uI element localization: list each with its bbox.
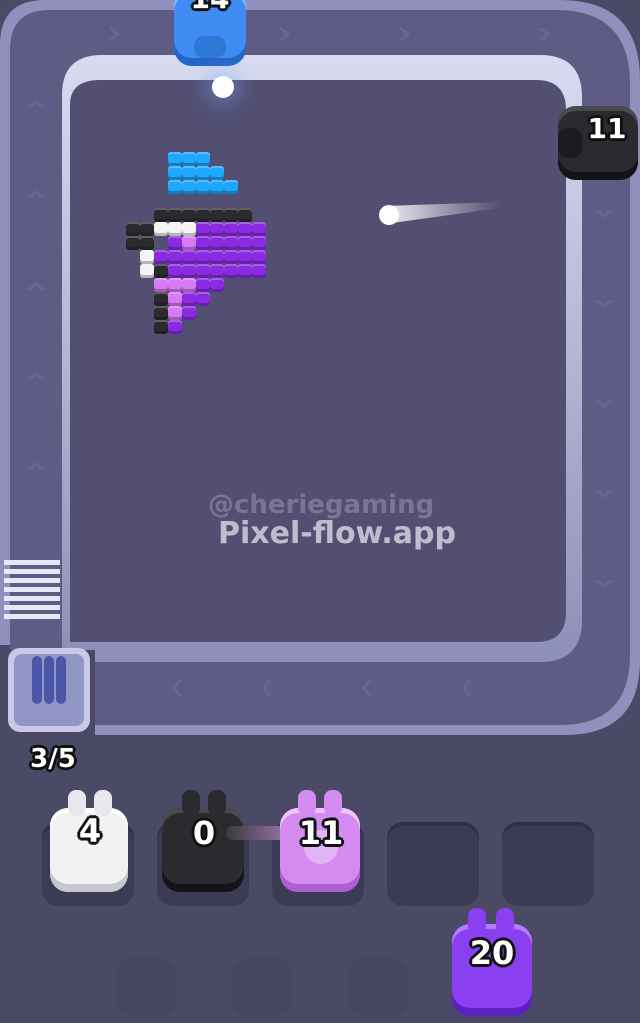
belt-shooter-black-count: 11 [587,112,627,145]
queue-slot-3 [348,958,408,1016]
pixel-block [168,278,182,292]
queue-shooter-purple[interactable]: 20 [450,908,534,1020]
pixel-block [182,152,196,166]
pixel-block [224,236,238,250]
pixel-block [252,250,266,264]
pixel-block [154,264,168,278]
pixel-block [196,152,210,166]
watermark-site: Pixel-flow.app [218,516,456,551]
pixel-block [196,222,210,236]
pixel-block [238,222,252,236]
pixel-block [168,320,182,334]
belt-shooter-blue-count: 14 [180,0,240,15]
slot-shooter-white-count: 4 [78,812,102,850]
queue-shooter-purple-count: 20 [469,934,515,972]
pixel-block [154,292,168,306]
pixel-block [210,264,224,278]
belt-shooter-blue[interactable]: 14 [170,0,250,72]
pixel-block [224,222,238,236]
slot-shooter-black-count: 0 [192,814,216,852]
slot-shooter-black[interactable]: 0 [160,790,246,894]
pixel-block [252,236,266,250]
pixel-block [168,152,182,166]
pixel-block [210,250,224,264]
pixel-block [168,222,182,236]
pixel-block [182,292,196,306]
pixel-block [168,180,182,194]
pixel-block [154,320,168,334]
holding-slot-5[interactable] [502,822,594,906]
queue-slot-1 [116,958,176,1016]
pixel-block [196,208,210,222]
pixel-block [196,236,210,250]
pixel-block [224,264,238,278]
pixel-block [238,236,252,250]
pixel-block [168,166,182,180]
pixel-block [210,222,224,236]
pixel-block [238,250,252,264]
pixel-block [196,180,210,194]
slot-shooter-lilac[interactable]: 11 [278,790,364,894]
pixel-block [168,250,182,264]
pixel-block [182,306,196,320]
pixel-block [182,278,196,292]
holding-slot-4[interactable] [387,822,479,906]
pixel-block [224,180,238,194]
pixel-block [140,264,154,278]
pixel-block [140,236,154,250]
queue-slot-2 [232,958,292,1016]
pixel-block [140,250,154,264]
pixel-block [182,208,196,222]
projectile-trail [379,202,500,225]
pixel-block [168,264,182,278]
pixel-block [210,180,224,194]
pixel-block [252,264,266,278]
pixel-block [196,166,210,180]
bullet [212,76,234,98]
pixel-block [224,208,238,222]
pixel-block [168,306,182,320]
pixel-block [154,250,168,264]
slot-shooter-white[interactable]: 4 [50,790,130,894]
belt-shooter-black[interactable]: 11 [554,100,640,186]
pixel-block [168,208,182,222]
pixel-block [182,166,196,180]
pixel-block [196,278,210,292]
pixel-block [182,250,196,264]
pixel-block [140,222,154,236]
pixel-block [126,236,140,250]
pixel-block [182,264,196,278]
pixel-block [154,222,168,236]
pixel-block [126,222,140,236]
pixel-block [182,222,196,236]
pixel-block [210,166,224,180]
pixel-block [182,180,196,194]
pixel-block [154,208,168,222]
pixel-block [168,292,182,306]
pixel-block [154,278,168,292]
pixel-block [154,306,168,320]
pixel-block [196,264,210,278]
belt-capacity-label: 3/5 [30,744,76,774]
pixel-block [210,278,224,292]
pixel-art-board [0,0,640,735]
pixel-block [210,208,224,222]
pixel-block [168,236,182,250]
pixel-block [196,250,210,264]
pixel-block [238,264,252,278]
slot-shooter-lilac-count: 11 [298,814,344,852]
pixel-block [224,250,238,264]
pixel-block [252,222,266,236]
pixel-block [182,236,196,250]
pixel-block [238,208,252,222]
pixel-block [210,236,224,250]
pixel-block [196,292,210,306]
